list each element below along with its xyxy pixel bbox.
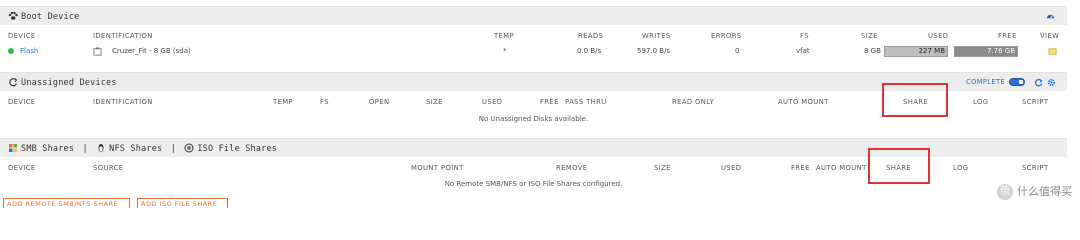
boot-temp: * <box>503 47 507 55</box>
col-identification: IDENTIFICATION <box>93 98 153 106</box>
col-mount-point: MOUNT POINT <box>411 164 464 172</box>
refresh-icon[interactable] <box>1034 78 1043 87</box>
col-used: USED <box>482 98 503 106</box>
boot-device-header: Boot Device <box>0 6 1067 25</box>
col-errors: ERRORS <box>711 32 742 40</box>
add-remote-share-button[interactable]: ADD REMOTE SMB/NFS SHARE <box>3 198 130 208</box>
col-auto-mount: AUTO MOUNT <box>778 98 829 106</box>
watermark-logo-icon: 值 <box>997 184 1013 200</box>
boot-device-row: Flash Cruzer_Fit - 8 GB (sda) * 0.0 B/s … <box>0 44 1067 59</box>
shares-empty-message: No Remote SMB/NFS or ISO File Shares con… <box>444 180 623 188</box>
boot-writes: 597.0 B/s <box>637 47 671 55</box>
complete-label: COMPLETE <box>966 78 1005 86</box>
boot-fs: vfat <box>796 47 810 55</box>
boot-errors: 0 <box>735 47 740 55</box>
col-writes: WRITES <box>642 32 671 40</box>
col-used: USED <box>928 32 949 40</box>
col-fs: FS <box>800 32 809 40</box>
shares-title: SMB Shares | NFS Shares | ISO File Share… <box>8 143 277 154</box>
col-size: SIZE <box>654 164 671 172</box>
col-remove: REMOVE <box>556 164 588 172</box>
linux-icon <box>97 144 105 153</box>
col-free: FREE <box>998 32 1017 40</box>
col-reads: READS <box>578 32 604 40</box>
dashboard-icon[interactable] <box>1046 12 1055 21</box>
complete-toggle[interactable] <box>1009 78 1025 86</box>
boot-device-title: Boot Device <box>8 11 80 22</box>
boot-identification: Cruzer_Fit - 8 GB (sda) <box>112 47 191 55</box>
unassigned-title: Unassigned Devices <box>8 77 117 88</box>
boot-reads: 0.0 B/s <box>577 47 602 55</box>
col-view: VIEW <box>1040 32 1060 40</box>
col-temp: TEMP <box>494 32 515 40</box>
col-source: SOURCE <box>93 164 124 172</box>
col-size: SIZE <box>426 98 443 106</box>
share-column-highlight-2 <box>868 148 930 184</box>
boot-size: 8 GB <box>864 47 881 55</box>
col-identification: IDENTIFICATION <box>93 32 153 40</box>
col-temp: TEMP <box>273 98 294 106</box>
free-bar: 7.76 GB <box>954 46 1018 57</box>
watermark: 值什么值得买 <box>997 183 1072 200</box>
status-green-icon <box>8 48 14 54</box>
unassigned-empty-message: No Unassigned Disks available. <box>478 115 589 123</box>
col-used: USED <box>721 164 742 172</box>
col-script: SCRIPT <box>1022 164 1049 172</box>
windows-icon <box>9 144 17 152</box>
add-iso-share-button[interactable]: ADD ISO FILE SHARE <box>137 198 228 208</box>
col-device: DEVICE <box>8 32 36 40</box>
col-script: SCRIPT <box>1022 98 1049 106</box>
usb-drive-icon <box>93 47 102 56</box>
paw-icon <box>8 11 18 20</box>
col-open: OPEN <box>369 98 390 106</box>
col-auto-mount: AUTO MOUNT <box>816 164 867 172</box>
disc-icon <box>184 143 194 153</box>
col-device: DEVICE <box>8 164 36 172</box>
col-pass-thru: PASS THRU <box>565 98 607 106</box>
col-log: LOG <box>953 164 969 172</box>
col-size: SIZE <box>861 32 878 40</box>
used-bar: 227 MB <box>884 46 948 57</box>
device-link-flash[interactable]: Flash <box>20 47 38 55</box>
boot-columns: DEVICE IDENTIFICATION TEMP READS WRITES … <box>0 29 1067 43</box>
share-column-highlight <box>882 83 948 117</box>
col-free: FREE <box>540 98 559 106</box>
col-read-only: READ ONLY <box>672 98 715 106</box>
gear-icon[interactable] <box>1047 78 1056 87</box>
col-fs: FS <box>320 98 329 106</box>
refresh-devices-icon <box>9 78 18 87</box>
col-device: DEVICE <box>8 98 36 106</box>
col-free: FREE <box>791 164 810 172</box>
view-icon[interactable] <box>1048 47 1057 56</box>
col-log: LOG <box>973 98 989 106</box>
